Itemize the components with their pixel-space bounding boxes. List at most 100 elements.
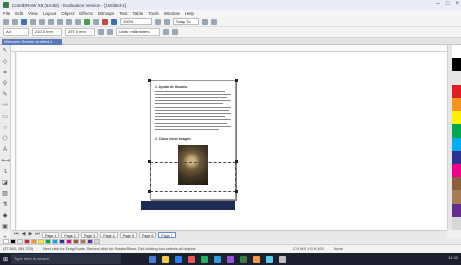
document-swatch[interactable] xyxy=(59,238,65,244)
palette-swatch[interactable]: #d7d7d7 xyxy=(452,216,461,231)
selection-handle[interactable] xyxy=(148,79,151,82)
palette-swatch[interactable]: #a67c52 xyxy=(452,190,461,204)
duplicate-distance-icon[interactable] xyxy=(172,29,178,35)
page-footer-band[interactable] xyxy=(141,201,235,210)
pick-tool-icon[interactable]: ↖ xyxy=(2,48,9,55)
drop-shadow-icon[interactable]: ◪ xyxy=(2,180,9,187)
selection-handle[interactable] xyxy=(235,79,238,82)
document-swatch[interactable] xyxy=(66,238,72,244)
palette-swatch[interactable]: #662d91 xyxy=(452,203,461,217)
task-view-icon[interactable] xyxy=(149,255,156,263)
crop-tool-icon[interactable]: ⌗ xyxy=(2,70,9,77)
launch-icon[interactable] xyxy=(211,18,217,25)
first-page-icon[interactable]: ⏮ xyxy=(14,231,19,238)
artistic-media-icon[interactable]: 〰 xyxy=(2,103,9,110)
cut-icon[interactable] xyxy=(39,18,45,25)
onenote-icon[interactable] xyxy=(227,255,234,263)
store-icon[interactable] xyxy=(266,255,273,263)
zoom-level-field[interactable]: 100% xyxy=(120,18,152,25)
menu-object[interactable]: Object xyxy=(61,11,74,16)
print-icon[interactable] xyxy=(30,18,36,25)
connector-tool-icon[interactable]: ↴ xyxy=(2,169,9,176)
menu-text[interactable]: Text xyxy=(119,11,127,16)
maximize-icon[interactable]: □ xyxy=(446,1,450,7)
file-explorer-icon[interactable] xyxy=(162,255,169,263)
palette-swatch[interactable]: #e5e5e5 xyxy=(452,71,461,85)
page-tab[interactable]: Page 1 xyxy=(42,231,60,238)
menu-view[interactable]: View xyxy=(28,11,38,16)
document-swatch[interactable] xyxy=(45,238,51,244)
menu-table[interactable]: Table xyxy=(132,11,143,16)
parallel-dimension-icon[interactable]: ⟷ xyxy=(2,158,11,165)
page-tab[interactable]: Page 2 xyxy=(61,231,79,238)
prev-page-icon[interactable]: ◀ xyxy=(21,231,26,238)
selection-handle[interactable] xyxy=(148,160,151,163)
document-swatch[interactable] xyxy=(94,238,100,244)
export-icon[interactable] xyxy=(102,18,108,25)
save-icon[interactable] xyxy=(21,18,27,25)
rectangle-tool-icon[interactable]: ▭ xyxy=(2,114,9,121)
page-tab[interactable]: Page 6 xyxy=(138,231,157,238)
rulers-icon[interactable] xyxy=(164,18,170,25)
palette-swatch[interactable]: #8b5e3c xyxy=(452,177,461,191)
polygon-tool-icon[interactable]: ⬠ xyxy=(2,136,9,143)
document-swatch[interactable] xyxy=(10,238,16,244)
vertical-ruler[interactable] xyxy=(11,52,16,230)
selection-handle[interactable] xyxy=(235,160,238,163)
settings-icon[interactable] xyxy=(279,255,286,263)
document-swatch[interactable] xyxy=(24,238,30,244)
portrait-icon[interactable] xyxy=(98,29,104,35)
menu-effects[interactable]: Effects xyxy=(79,11,93,16)
edge-browser-icon[interactable] xyxy=(175,255,182,263)
full-screen-icon[interactable] xyxy=(155,18,161,25)
document-swatch[interactable] xyxy=(31,238,37,244)
last-page-icon[interactable]: ⏭ xyxy=(35,231,40,238)
document-swatch[interactable] xyxy=(38,238,44,244)
menu-layout[interactable]: Layout xyxy=(43,11,57,16)
palette-swatch[interactable]: #000000 xyxy=(452,58,461,72)
menu-file[interactable]: File xyxy=(3,11,10,16)
redo-icon[interactable] xyxy=(75,18,81,25)
menu-help[interactable]: Help xyxy=(185,11,194,16)
selection-handle[interactable] xyxy=(148,190,151,193)
new-document-icon[interactable] xyxy=(3,18,9,25)
text-tool-icon[interactable]: A xyxy=(2,147,9,154)
close-icon[interactable]: × xyxy=(455,1,459,7)
document-swatch[interactable] xyxy=(3,238,9,244)
system-tray-clock[interactable]: 11:32 xyxy=(448,255,458,260)
page-tab[interactable]: Page 3 xyxy=(80,231,99,238)
page-width-field[interactable]: 210.0 mm xyxy=(32,28,62,36)
document-swatch[interactable] xyxy=(17,238,23,244)
options-icon[interactable] xyxy=(202,18,208,25)
snap-to-dropdown[interactable]: Snap To xyxy=(173,18,199,25)
page-tab[interactable]: Page 4 xyxy=(100,231,118,238)
open-icon[interactable] xyxy=(12,18,18,25)
selection-handle[interactable] xyxy=(235,190,238,193)
menu-window[interactable]: Window xyxy=(164,11,180,16)
copy-icon[interactable] xyxy=(48,18,54,25)
palette-swatch[interactable]: #fff200 xyxy=(452,111,461,125)
document-swatch[interactable] xyxy=(87,238,93,244)
coreldraw-taskbar-icon[interactable] xyxy=(240,255,247,263)
document-swatch[interactable] xyxy=(73,238,79,244)
interactive-fill-icon[interactable]: ◆ xyxy=(2,213,9,220)
units-dropdown[interactable]: Units: millimeters xyxy=(116,28,160,36)
menu-tools[interactable]: Tools xyxy=(148,11,159,16)
menu-bitmaps[interactable]: Bitmaps xyxy=(98,11,114,16)
undo-icon[interactable] xyxy=(66,18,72,25)
page-size-dropdown[interactable]: A4 xyxy=(3,28,29,36)
publish-pdf-icon[interactable] xyxy=(111,18,117,25)
excel-icon[interactable] xyxy=(201,255,208,263)
ellipse-tool-icon[interactable]: ○ xyxy=(2,125,9,132)
page-height-field[interactable]: 297.0 mm xyxy=(65,28,95,36)
palette-swatch[interactable]: #00aeef xyxy=(452,137,461,151)
chrome-icon[interactable] xyxy=(188,255,195,263)
search-content-icon[interactable] xyxy=(84,18,90,25)
windows-start-icon[interactable]: ⊞ xyxy=(0,253,11,265)
zoom-tool-icon[interactable]: ⚲ xyxy=(2,81,9,88)
fill-indicator[interactable]: C:0 M:0 Y:0 K:100 xyxy=(293,247,324,251)
transparency-tool-icon[interactable]: ▨ xyxy=(2,191,9,198)
powerpoint-icon[interactable] xyxy=(253,255,260,263)
nudge-icon[interactable] xyxy=(163,29,169,35)
palette-swatch[interactable]: #00a651 xyxy=(452,124,461,138)
